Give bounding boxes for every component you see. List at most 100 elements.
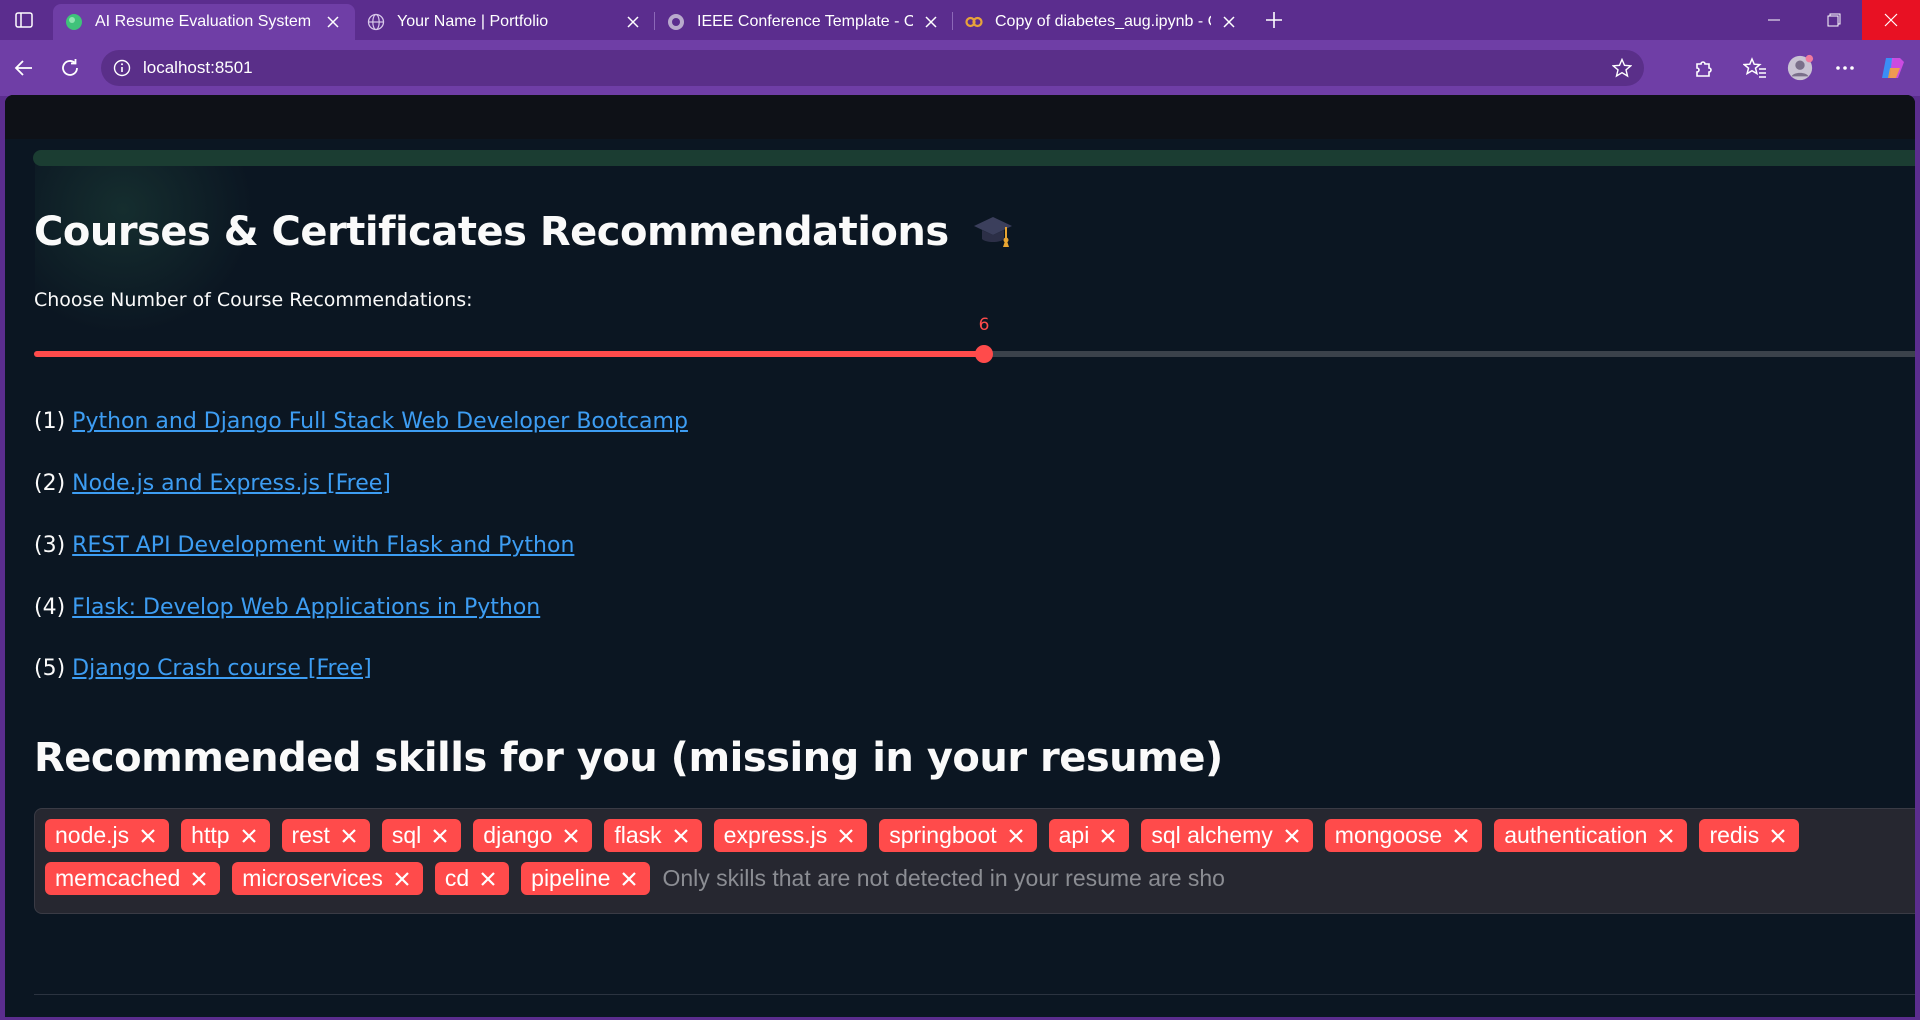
- skill-chip-label: rest: [291, 822, 330, 848]
- course-count-slider[interactable]: 6: [34, 315, 1915, 363]
- course-item: (3) REST API Development with Flask and …: [34, 533, 574, 558]
- skill-chip[interactable]: redis: [1699, 819, 1800, 852]
- copilot-icon[interactable]: [1878, 54, 1906, 82]
- skill-chip[interactable]: api: [1048, 819, 1130, 852]
- window-close-icon[interactable]: [1862, 0, 1920, 40]
- course-link[interactable]: REST API Development with Flask and Pyth…: [72, 533, 574, 558]
- remove-skill-icon[interactable]: [1281, 825, 1303, 847]
- profile-avatar-icon[interactable]: [1786, 54, 1814, 82]
- course-item: (2) Node.js and Express.js [Free]: [34, 471, 391, 496]
- address-bar[interactable]: localhost:8501: [101, 50, 1644, 86]
- more-options-icon[interactable]: [1831, 54, 1859, 82]
- remove-skill-icon[interactable]: [1005, 825, 1027, 847]
- tab-title: Your Name | Portfolio: [397, 13, 549, 30]
- url-text[interactable]: localhost:8501: [143, 58, 253, 78]
- remove-skill-icon[interactable]: [338, 825, 360, 847]
- tab-title: IEEE Conference Template - Online: [697, 13, 913, 30]
- skill-chip[interactable]: cd: [434, 862, 510, 895]
- skill-chip[interactable]: mongoose: [1324, 819, 1483, 852]
- course-number: (4): [34, 595, 66, 620]
- remove-skill-icon[interactable]: [477, 868, 499, 890]
- skill-chip[interactable]: memcached: [45, 862, 221, 895]
- restore-icon[interactable]: [1806, 0, 1862, 40]
- course-link[interactable]: Flask: Develop Web Applications in Pytho…: [72, 595, 540, 620]
- tab-colab-notebook[interactable]: Copy of diabetes_aug.ipynb - Col: [953, 4, 1251, 40]
- minimize-icon[interactable]: [1746, 0, 1802, 40]
- skill-chip-label: sql: [391, 822, 422, 848]
- course-item: (5) Django Crash course [Free]: [34, 656, 372, 681]
- skill-chip[interactable]: http: [181, 819, 270, 852]
- app-header: [5, 95, 1915, 139]
- slider-thumb[interactable]: [975, 345, 993, 363]
- skill-chip[interactable]: rest: [281, 819, 370, 852]
- skill-chip-label: express.js: [723, 822, 828, 848]
- remove-skill-icon[interactable]: [1450, 825, 1472, 847]
- remove-skill-icon[interactable]: [238, 825, 260, 847]
- skill-chip[interactable]: microservices: [232, 862, 423, 895]
- skill-chip[interactable]: pipeline: [521, 862, 651, 895]
- tab-title: Copy of diabetes_aug.ipynb - Col: [995, 13, 1211, 30]
- skill-chip-label: authentication: [1504, 822, 1648, 848]
- remove-skill-icon[interactable]: [835, 825, 857, 847]
- remove-skill-icon[interactable]: [188, 868, 210, 890]
- browser-tabstrip: AI Resume Evaluation System Your Name | …: [0, 0, 1920, 40]
- course-number: (3): [34, 533, 66, 558]
- remove-skill-icon[interactable]: [1767, 825, 1789, 847]
- skills-multiselect[interactable]: node.js http rest sql django flask express.js s…: [34, 808, 1915, 914]
- skill-chip-label: pipeline: [531, 865, 611, 891]
- skill-chip-list: node.js http rest sql django flask express.js s…: [45, 819, 1905, 895]
- skill-chip[interactable]: sql alchemy: [1141, 819, 1313, 852]
- slider-fill: [34, 351, 984, 357]
- tab-title: AI Resume Evaluation System: [95, 13, 312, 30]
- course-link[interactable]: Python and Django Full Stack Web Develop…: [72, 409, 688, 434]
- tab-ieee-template[interactable]: IEEE Conference Template - Online: [655, 4, 953, 40]
- skill-chip[interactable]: authentication: [1494, 819, 1688, 852]
- streamlit-favicon-icon: [65, 13, 83, 31]
- course-number: (5): [34, 656, 66, 681]
- remove-skill-icon[interactable]: [429, 825, 451, 847]
- course-number: (2): [34, 471, 66, 496]
- remove-skill-icon[interactable]: [1655, 825, 1677, 847]
- remove-skill-icon[interactable]: [560, 825, 582, 847]
- back-arrow-icon[interactable]: [10, 54, 38, 82]
- skill-chip[interactable]: springboot: [879, 819, 1037, 852]
- remove-skill-icon[interactable]: [391, 868, 413, 890]
- skill-chip-label: memcached: [55, 865, 181, 891]
- skills-heading: Recommended skills for you (missing in y…: [34, 735, 1223, 781]
- course-link[interactable]: Django Crash course [Free]: [72, 656, 372, 681]
- course-number: (1): [34, 409, 66, 434]
- skill-chip[interactable]: flask: [604, 819, 702, 852]
- skill-chip[interactable]: node.js: [45, 819, 170, 852]
- tab-close-icon[interactable]: [921, 12, 941, 32]
- remove-skill-icon[interactable]: [618, 868, 640, 890]
- tab-portfolio[interactable]: Your Name | Portfolio: [355, 4, 655, 40]
- remove-skill-icon[interactable]: [137, 825, 159, 847]
- course-item: (4) Flask: Develop Web Applications in P…: [34, 595, 540, 620]
- skill-chip[interactable]: django: [473, 819, 593, 852]
- bookmark-star-icon[interactable]: [1611, 57, 1633, 78]
- colab-favicon-icon: [965, 13, 983, 31]
- skill-chip[interactable]: sql: [381, 819, 462, 852]
- tab-close-icon[interactable]: [623, 12, 643, 32]
- overleaf-favicon-icon: [667, 13, 685, 31]
- tab-close-icon[interactable]: [1219, 12, 1239, 32]
- tab-actions-icon[interactable]: [14, 10, 34, 30]
- globe-favicon-icon: [367, 13, 385, 31]
- tab-close-icon[interactable]: [323, 12, 343, 32]
- new-tab-icon[interactable]: [1262, 8, 1286, 32]
- progress-banner: [33, 150, 1915, 166]
- footer-divider: [34, 994, 1915, 995]
- course-link[interactable]: Node.js and Express.js [Free]: [72, 471, 391, 496]
- course-item: (1) Python and Django Full Stack Web Dev…: [34, 409, 688, 434]
- skill-chip-label: api: [1058, 822, 1090, 848]
- tab-ai-resume[interactable]: AI Resume Evaluation System: [53, 4, 355, 40]
- extensions-puzzle-icon[interactable]: [1689, 54, 1717, 82]
- skill-chip[interactable]: express.js: [713, 819, 868, 852]
- skill-chip-label: microservices: [242, 865, 383, 891]
- remove-skill-icon[interactable]: [670, 825, 692, 847]
- favorites-icon[interactable]: [1741, 54, 1769, 82]
- remove-skill-icon[interactable]: [1097, 825, 1119, 847]
- skills-input-placeholder[interactable]: Only skills that are not detected in you…: [662, 862, 1242, 895]
- site-info-icon[interactable]: [113, 59, 131, 77]
- refresh-icon[interactable]: [56, 54, 84, 82]
